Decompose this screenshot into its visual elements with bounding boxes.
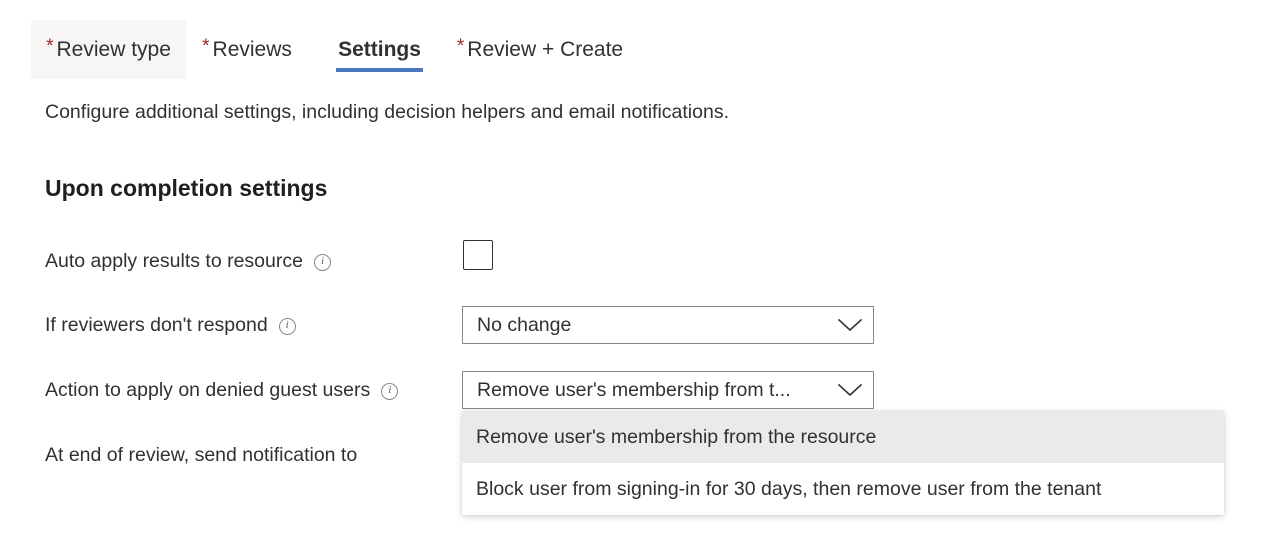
dropdown-option-label: Block user from signing-in for 30 days, … [476, 477, 1102, 500]
info-icon-glyph: i [320, 255, 324, 267]
info-icon-glyph: i [388, 384, 392, 396]
denied-guest-users-action-dropdown[interactable]: Remove user's membership from t... [462, 371, 874, 409]
info-icon[interactable]: i [381, 382, 399, 400]
denied-guest-users-dropdown-popup: Remove user's membership from the resour… [462, 411, 1224, 515]
dropdown-option[interactable]: Remove user's membership from the resour… [462, 411, 1224, 463]
info-icon-glyph: i [285, 319, 289, 331]
label-action-on-denied-guest-users: Action to apply on denied guest users i [45, 377, 399, 403]
info-icon[interactable]: i [278, 317, 296, 335]
tab-review-type[interactable]: * Review type [31, 20, 186, 79]
chevron-down-icon [837, 317, 863, 333]
active-tab-underline [336, 68, 423, 72]
wizard-tab-strip: * Review type * Reviews Settings * Revie… [0, 0, 1282, 82]
dropdown-option[interactable]: Block user from signing-in for 30 days, … [462, 463, 1224, 515]
chevron-down-icon [837, 382, 863, 398]
info-icon[interactable]: i [313, 253, 331, 271]
label-auto-apply-results: Auto apply results to resource i [45, 248, 331, 274]
row-label-text: Action to apply on denied guest users [45, 378, 371, 401]
tab-reviews[interactable]: * Reviews [190, 20, 304, 79]
page-description: Configure additional settings, including… [45, 101, 729, 123]
auto-apply-results-checkbox[interactable] [463, 240, 493, 270]
row-label-text: Auto apply results to resource [45, 249, 303, 272]
dropdown-option-label: Remove user's membership from the resour… [476, 425, 877, 448]
required-asterisk: * [202, 36, 210, 57]
row-label-text: At end of review, send notification to [45, 443, 358, 466]
label-end-of-review-notification: At end of review, send notification to [45, 442, 357, 468]
tab-label: Review type [56, 37, 171, 61]
required-asterisk: * [456, 36, 465, 57]
section-heading-upon-completion: Upon completion settings [45, 175, 328, 201]
required-asterisk: * [46, 36, 54, 57]
tab-label: Reviews [212, 37, 292, 61]
dropdown-selected-value: Remove user's membership from t... [477, 378, 791, 401]
tab-label: Review + Create [467, 37, 624, 61]
tab-review-create[interactable]: * Review + Create [440, 20, 640, 79]
row-label-text: If reviewers don't respond [45, 313, 268, 336]
if-reviewers-dont-respond-dropdown[interactable]: No change [462, 306, 874, 344]
label-if-reviewers-dont-respond: If reviewers don't respond i [45, 312, 296, 338]
dropdown-selected-value: No change [477, 313, 572, 336]
tab-label: Settings [338, 37, 421, 61]
